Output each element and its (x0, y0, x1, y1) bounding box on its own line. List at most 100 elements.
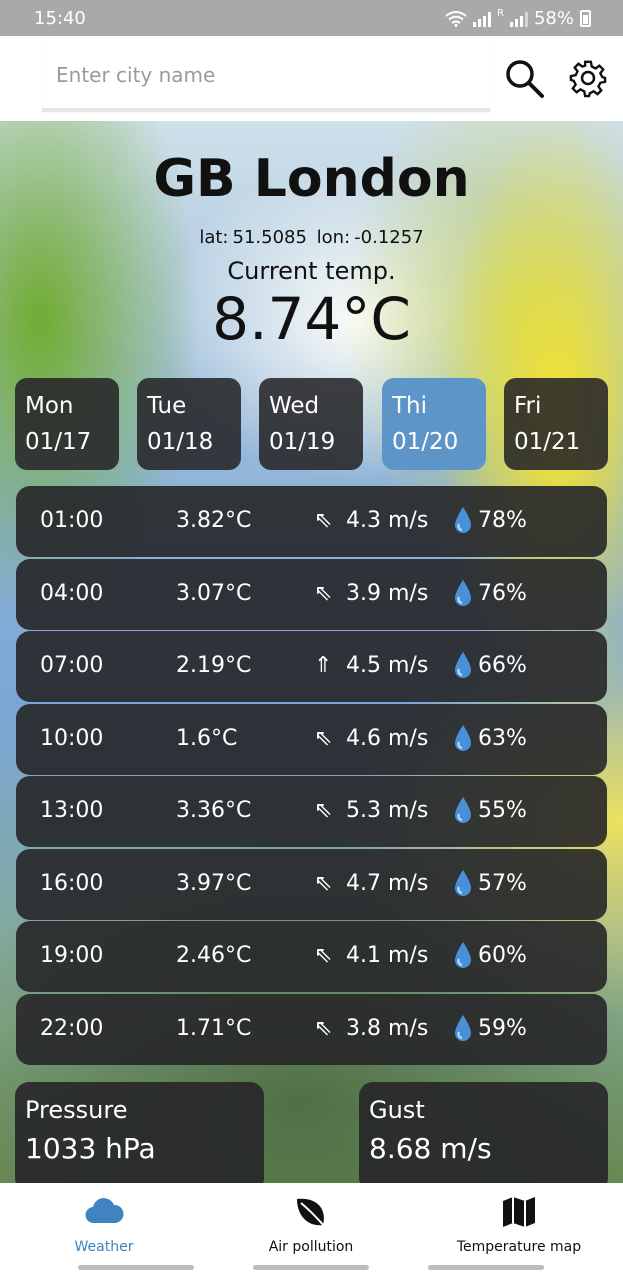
day-date: 01/19 (269, 429, 336, 455)
forecast-humidity: 76% (478, 580, 527, 606)
forecast-temp: 2.19°C (176, 653, 252, 678)
nav-temperature-map-label: Temperature map (456, 1239, 582, 1255)
forecast-time: 01:00 (40, 508, 104, 533)
leaf-icon (297, 1198, 326, 1228)
gear-icon (569, 60, 607, 98)
forecast-row: 01:00 3.82°C ⇖ 4.3 m/s 78% (16, 486, 607, 557)
humidity-drop-icon (455, 507, 471, 533)
gust-value: 8.68 m/s (369, 1132, 492, 1165)
humidity-drop-icon (455, 724, 471, 751)
forecast-row: 13:00 3.36°C ⇖ 5.3 m/s 55% (16, 776, 607, 847)
forecast-wind: 4.7 m/s (346, 870, 429, 896)
forecast-row: 19:00 2.46°C ⇖ 4.1 m/s 60% (16, 921, 607, 992)
day-selector: Mon 01/17 Tue 01/18 Wed 01/19 Thi 01/20 … (15, 378, 608, 470)
nav-weather-label: Weather (74, 1239, 134, 1255)
weather-panel: GB London lat: 51.5085 lon: -0.1257 Curren… (0, 121, 623, 1183)
wind-direction-icon: ⇖ (314, 725, 333, 751)
nav-air-pollution-label: Air pollution (268, 1239, 354, 1255)
search-button[interactable] (502, 56, 546, 100)
forecast-temp: 1.71°C (176, 1015, 252, 1041)
forecast-time: 16:00 (40, 870, 104, 896)
forecast-humidity: 63% (478, 725, 527, 751)
forecast-humidity: 78% (478, 508, 527, 533)
signal-icon (473, 11, 492, 27)
forecast-humidity: 60% (478, 943, 527, 968)
coordinates: lat: 51.5085 lon: -0.1257 (0, 227, 623, 248)
wind-direction-icon: ⇖ (314, 508, 333, 533)
forecast-row: 07:00 2.19°C ⇑ 4.5 m/s 66% (16, 631, 607, 702)
day-tab-wed[interactable]: Wed 01/19 (259, 378, 363, 470)
forecast-row: 04:00 3.07°C ⇖ 3.9 m/s 76% (16, 558, 607, 630)
nav-temperature-map[interactable]: Temperature map (419, 1183, 619, 1263)
current-temp-label: Current temp. (227, 257, 396, 285)
forecast-row: 10:00 1.6°C ⇖ 4.6 m/s 63% (16, 703, 607, 775)
search-icon (506, 60, 544, 98)
forecast-temp: 3.97°C (176, 870, 252, 896)
roaming-indicator: R (497, 8, 504, 19)
forecast-row: 22:00 1.71°C ⇖ 3.8 m/s 59% (16, 993, 607, 1065)
humidity-drop-icon (455, 942, 471, 968)
day-date: 01/20 (392, 429, 459, 455)
forecast-time: 19:00 (40, 943, 104, 968)
city-search-input[interactable] (42, 42, 490, 108)
city-title: GB London (153, 149, 470, 209)
forecast-wind: 3.8 m/s (346, 1015, 429, 1041)
forecast-wind: 4.3 m/s (346, 508, 429, 533)
day-tab-thi[interactable]: Thi 01/20 (382, 378, 486, 470)
gust-card: Gust 8.68 m/s (359, 1082, 608, 1183)
settings-button[interactable] (566, 56, 610, 100)
day-date: 01/17 (25, 429, 92, 455)
lon-label: lon: (316, 227, 351, 248)
forecast-wind: 4.5 m/s (346, 653, 429, 678)
nav-weather[interactable]: Weather (4, 1183, 204, 1263)
gust-label: Gust (369, 1096, 425, 1124)
humidity-drop-icon (455, 1014, 471, 1041)
current-temp-value: 8.74°C (212, 285, 411, 353)
gesture-bar (253, 1265, 369, 1270)
day-date: 01/18 (147, 429, 214, 455)
humidity-drop-icon (455, 797, 471, 823)
forecast-row: 16:00 3.97°C ⇖ 4.7 m/s 57% (16, 848, 607, 920)
pressure-value: 1033 hPa (25, 1132, 156, 1165)
day-tab-fri[interactable]: Fri 01/21 (504, 378, 608, 470)
wifi-icon (445, 10, 467, 27)
wind-direction-icon: ⇖ (314, 1015, 333, 1041)
pressure-label: Pressure (25, 1096, 128, 1124)
forecast-wind: 4.1 m/s (346, 943, 429, 968)
forecast-time: 13:00 (40, 798, 104, 823)
cloud-icon (85, 1198, 124, 1224)
day-name: Mon (25, 393, 74, 419)
wind-direction-icon: ⇖ (314, 798, 333, 823)
day-tab-tue[interactable]: Tue 01/18 (137, 378, 241, 470)
forecast-temp: 3.36°C (176, 798, 252, 823)
forecast-wind: 5.3 m/s (346, 798, 429, 823)
forecast-wind: 4.6 m/s (346, 725, 429, 751)
wind-direction-icon: ⇑ (314, 653, 333, 678)
search-header (0, 36, 623, 121)
battery-percent: 58% (533, 8, 574, 29)
nav-air-pollution[interactable]: Air pollution (211, 1183, 411, 1263)
forecast-temp: 2.46°C (176, 943, 252, 968)
forecast-temp: 3.07°C (176, 580, 252, 606)
bottom-navigation: Weather Air pollution Temperature map (0, 1183, 623, 1280)
city-search-field[interactable] (42, 42, 490, 112)
forecast-humidity: 66% (478, 653, 527, 678)
forecast-time: 22:00 (40, 1015, 104, 1041)
wind-direction-icon: ⇖ (314, 870, 333, 896)
day-tab-mon[interactable]: Mon 01/17 (15, 378, 119, 470)
forecast-humidity: 55% (478, 798, 527, 823)
signal-icon-2 (509, 11, 528, 27)
humidity-drop-icon (455, 579, 471, 606)
day-name: Fri (514, 393, 542, 419)
status-icons: R 58% (445, 8, 591, 29)
forecast-time: 04:00 (40, 580, 104, 606)
wind-direction-icon: ⇖ (314, 943, 333, 968)
forecast-wind: 3.9 m/s (346, 580, 429, 606)
day-name: Tue (147, 393, 187, 419)
wind-direction-icon: ⇖ (314, 580, 333, 606)
day-name: Wed (269, 393, 320, 419)
forecast-temp: 3.82°C (176, 508, 252, 533)
gesture-bar (78, 1265, 194, 1270)
day-date: 01/21 (514, 429, 581, 455)
forecast-temp: 1.6°C (176, 725, 238, 751)
